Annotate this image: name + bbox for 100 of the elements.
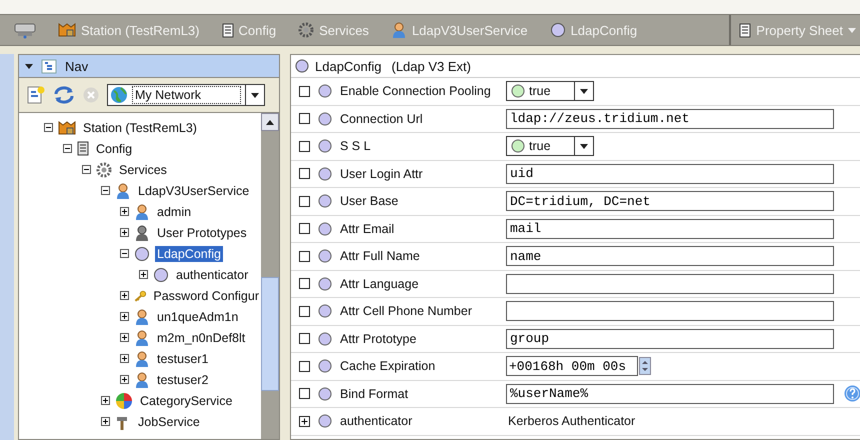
property-label: User Login Attr xyxy=(340,166,424,181)
document-icon xyxy=(739,22,752,38)
caret-icon[interactable] xyxy=(25,64,33,68)
text-field[interactable]: DC=tridium, DC=net xyxy=(506,191,834,212)
checkbox[interactable] xyxy=(299,388,310,400)
user-icon xyxy=(134,350,150,366)
station-icon xyxy=(58,22,76,38)
caret-icon xyxy=(251,92,259,98)
document-icon xyxy=(222,22,234,38)
expander-icon[interactable] xyxy=(139,270,148,279)
circle-icon xyxy=(550,22,566,38)
expander-icon[interactable] xyxy=(44,123,53,132)
user-icon xyxy=(134,308,150,324)
property-label: S S L xyxy=(340,139,372,154)
new-icon[interactable] xyxy=(26,85,46,105)
circle-icon xyxy=(318,359,332,374)
boolean-dropdown[interactable]: true xyxy=(506,81,594,102)
circle-icon xyxy=(318,222,332,236)
tree-item[interactable]: Services xyxy=(117,162,169,178)
checkbox[interactable] xyxy=(299,140,310,152)
tree-item[interactable]: LdapConfig xyxy=(155,246,223,262)
duration-field[interactable]: +00168h 00m 00s xyxy=(506,356,638,376)
text-field[interactable]: uid xyxy=(506,164,834,184)
tree-item[interactable]: un1queAdm1n xyxy=(155,308,240,324)
circle-icon xyxy=(318,112,332,126)
checkbox[interactable] xyxy=(299,223,310,234)
expander-icon[interactable] xyxy=(120,249,129,258)
tree-item[interactable]: CategoryService xyxy=(138,392,234,408)
checkbox[interactable] xyxy=(299,168,310,180)
tree-item[interactable]: Station (TestRemL3) xyxy=(81,120,199,136)
network-dropdown[interactable]: My Network xyxy=(107,84,265,106)
checkbox[interactable] xyxy=(299,278,310,290)
expander-icon[interactable] xyxy=(101,417,110,426)
tree-item[interactable]: Password Configur xyxy=(151,288,261,304)
tree-item[interactable]: authenticator xyxy=(174,266,250,282)
gear-icon xyxy=(298,22,314,38)
tree-item[interactable]: LdapV3UserService xyxy=(136,182,252,198)
tree-item[interactable]: admin xyxy=(155,204,194,220)
boolean-dropdown[interactable]: true xyxy=(506,136,594,156)
property-value: Kerberos Authenticator xyxy=(507,414,636,428)
property-label: Cache Expiration xyxy=(340,359,436,374)
user-icon xyxy=(115,182,131,198)
tree-icon xyxy=(41,58,57,74)
expander-icon[interactable] xyxy=(120,354,129,363)
tree-item[interactable]: testuser1 xyxy=(155,350,210,366)
tree-item[interactable]: testuser2 xyxy=(155,372,210,388)
checkbox[interactable] xyxy=(299,86,310,97)
checkbox[interactable] xyxy=(299,360,310,372)
text-field[interactable]: %userName% xyxy=(506,384,834,404)
property-label: Connection Url xyxy=(340,112,424,126)
checkbox[interactable] xyxy=(299,250,310,262)
tree-item[interactable]: Config xyxy=(94,140,134,156)
circle-icon xyxy=(318,139,332,154)
checkbox[interactable] xyxy=(299,333,310,344)
text-field[interactable] xyxy=(506,301,834,322)
property-label: Bind Format xyxy=(340,386,410,401)
circle-icon xyxy=(295,59,309,73)
sheet-type: (Ldap V3 Ext) xyxy=(392,58,471,74)
expander-icon[interactable] xyxy=(63,144,72,153)
circle-icon xyxy=(134,246,150,262)
text-field[interactable]: name xyxy=(506,246,834,266)
checkbox[interactable] xyxy=(299,113,310,124)
expander-icon[interactable] xyxy=(299,416,310,427)
circle-icon xyxy=(511,84,525,98)
expander-icon[interactable] xyxy=(120,333,129,342)
expander-icon[interactable] xyxy=(120,312,129,321)
expander-icon[interactable] xyxy=(120,375,129,384)
drive-icon[interactable] xyxy=(14,21,36,39)
checkbox[interactable] xyxy=(299,196,310,207)
gear-icon xyxy=(96,162,112,178)
text-field[interactable]: ldap://zeus.tridium.net xyxy=(506,108,834,129)
circle-icon xyxy=(153,266,169,282)
text-field[interactable]: group xyxy=(506,328,834,349)
expander-icon[interactable] xyxy=(120,228,129,237)
tree-item[interactable]: JobService xyxy=(136,414,202,430)
help-icon[interactable] xyxy=(844,385,860,402)
sheet-title: LdapConfig xyxy=(315,58,382,74)
property-label: Attr Full Name xyxy=(340,249,421,264)
checkbox[interactable] xyxy=(299,306,310,317)
expander-icon[interactable] xyxy=(101,186,110,195)
caret-icon xyxy=(580,144,588,149)
refresh-icon[interactable] xyxy=(53,85,75,105)
caret-icon xyxy=(580,88,588,94)
expander-icon[interactable] xyxy=(82,165,91,174)
text-field[interactable]: mail xyxy=(506,218,834,239)
tree-item[interactable]: m2m_n0nDef8lt xyxy=(155,330,248,346)
circle-icon xyxy=(318,414,332,428)
circle-icon xyxy=(318,276,332,291)
expander-icon[interactable] xyxy=(101,396,110,405)
spinner-icon[interactable] xyxy=(639,357,651,376)
user-icon xyxy=(134,372,150,388)
text-field[interactable] xyxy=(506,274,834,294)
scrollbar[interactable] xyxy=(261,113,279,439)
tree-item[interactable]: User Prototypes xyxy=(155,224,249,240)
expander-icon[interactable] xyxy=(120,291,129,300)
expander-icon[interactable] xyxy=(120,207,129,216)
property-label: authenticator xyxy=(340,414,414,428)
property-label: Attr Cell Phone Number xyxy=(340,304,474,318)
circle-icon xyxy=(318,249,332,264)
user-icon xyxy=(134,204,150,220)
